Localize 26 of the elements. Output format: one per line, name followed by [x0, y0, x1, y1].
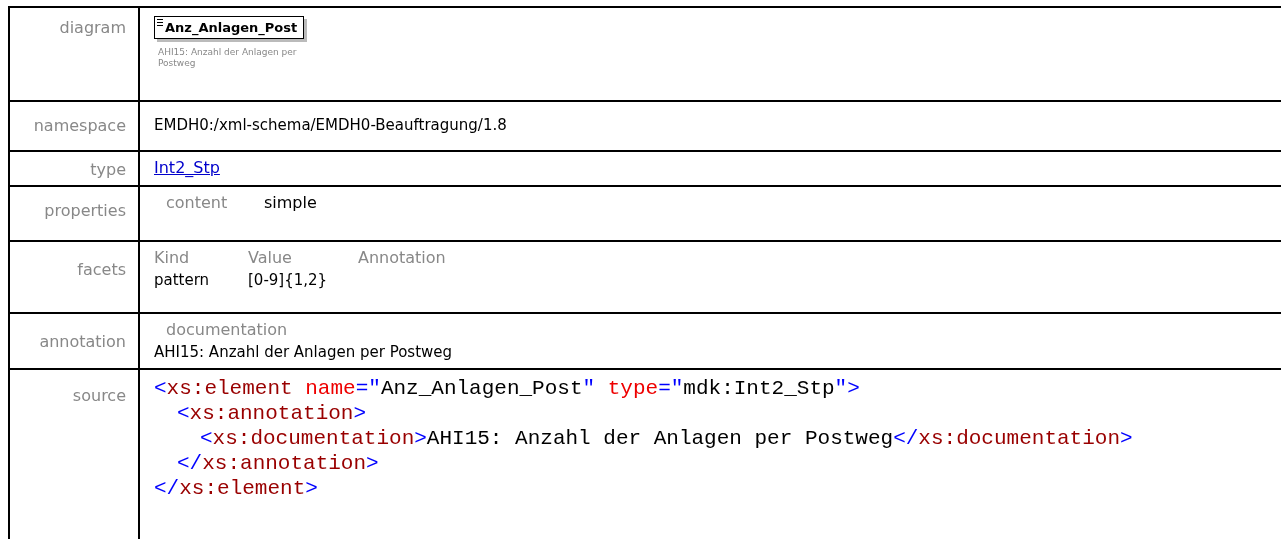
column-header: Kind: [154, 248, 191, 267]
doc-text: AHI15: Anzahl der Anlagen per Postweg: [154, 343, 453, 361]
facet-cell-text: [0-9]{1,2}: [248, 271, 329, 289]
column-header: Value: [248, 248, 293, 267]
element-box[interactable]: Anz_Anlagen_Post: [154, 16, 305, 39]
row-label: annotation: [39, 332, 126, 351]
doc-heading: documentation: [166, 320, 288, 339]
type-link[interactable]: Int2_Stp: [154, 158, 220, 177]
code-line: <xs:annotation>: [176, 401, 368, 426]
code-line: </xs:annotation>: [176, 451, 380, 476]
property-key: content: [166, 193, 264, 212]
property-value: simple: [264, 193, 318, 212]
sequence-icon: [157, 19, 163, 26]
column-header: Annotation: [358, 248, 447, 267]
code-line: </xs:element>: [154, 476, 319, 501]
row-label: source: [72, 386, 126, 405]
facet-cell-text: pattern: [154, 271, 211, 289]
row-label: facets: [77, 260, 126, 279]
row-label: namespace: [33, 116, 126, 135]
row-label: properties: [44, 201, 126, 220]
code-line: <xs:element name="Anz_Anlagen_Post" type="mdk:Int2_Stp">: [154, 376, 861, 401]
code-line: <xs:documentation>AHI15: Anzahl der Anlagen per Postweg</xs:documentation>: [199, 426, 1134, 451]
element-caption: AHI15: Anzahl der Anlagen per Postweg: [158, 47, 298, 69]
row-label: diagram: [59, 18, 126, 37]
row-label: type: [90, 160, 126, 179]
namespace-value: EMDH0:/xml-schema/EMDH0-Beauftragung/1.8: [154, 116, 507, 134]
